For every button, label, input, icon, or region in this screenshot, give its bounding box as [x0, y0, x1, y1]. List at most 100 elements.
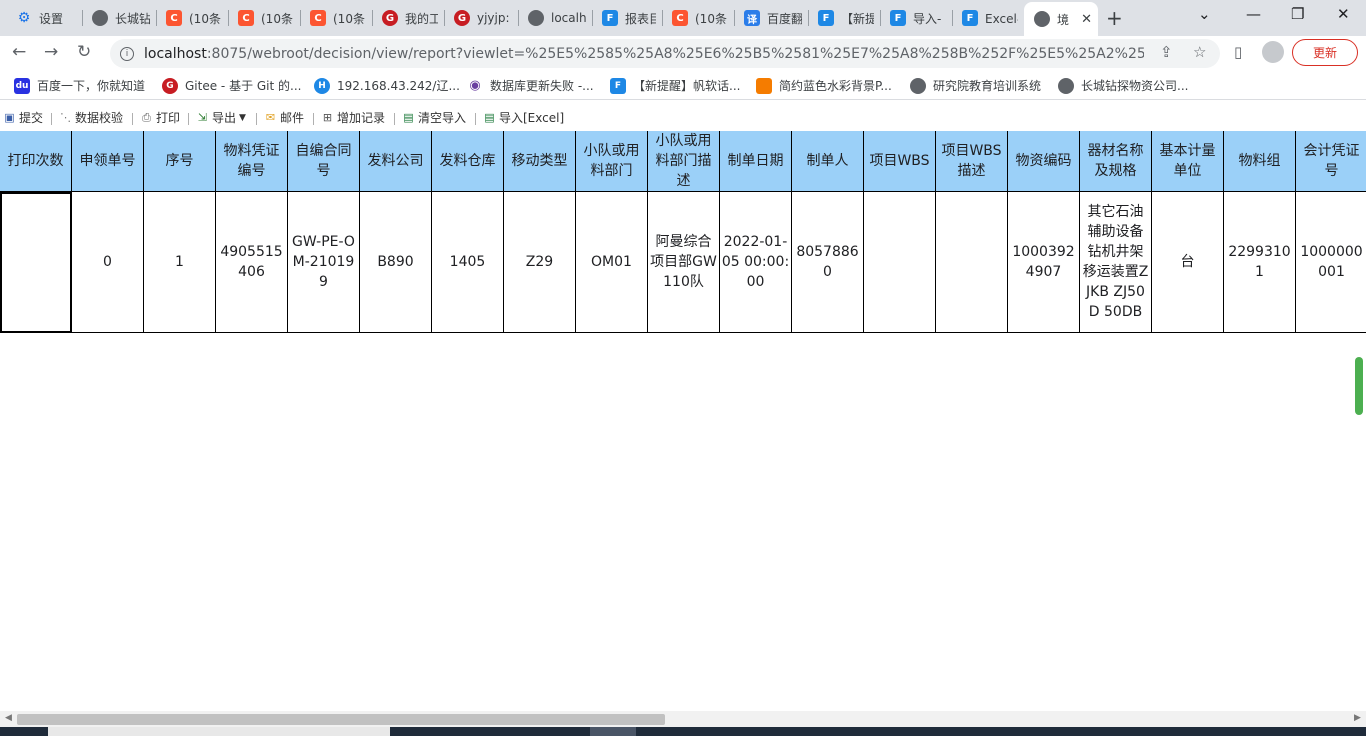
gitee-icon: G	[162, 77, 178, 94]
table-cell[interactable]	[936, 192, 1008, 333]
tab-4[interactable]: C (10条	[300, 4, 372, 32]
report-toolbar: ▣ 提交 ⋱ 数据校验 ⎙ 打印 ⇲ 导出 ▼ ✉ 邮件 ⊞ 增加记录 ▤ 清空…	[0, 104, 1366, 130]
tab-2[interactable]: C (10条	[156, 4, 228, 32]
tab-active[interactable]: 境 ✕	[1024, 2, 1098, 36]
column-header: 物料凭证编号	[216, 131, 288, 192]
tab-12[interactable]: F 导入-	[880, 4, 952, 32]
column-header: 制单日期	[720, 131, 792, 192]
close-icon[interactable]: ✕	[1073, 12, 1092, 27]
bookmark-5[interactable]: 简约蓝色水彩背景P...	[756, 77, 892, 94]
finereport-icon: F	[890, 10, 906, 26]
globe-icon	[92, 10, 108, 26]
tab-label: 【新提	[841, 11, 874, 26]
bookmark-3[interactable]: ◉ 数据库更新失败 -...	[467, 77, 593, 94]
update-button[interactable]: 更新	[1292, 39, 1358, 66]
scroll-right-icon[interactable]: ▶	[1354, 713, 1361, 723]
table-cell[interactable]: 阿曼综合项目部GW110队	[648, 192, 720, 333]
chevron-down-icon[interactable]: ⌄	[1198, 5, 1211, 23]
column-header: 打印次数	[0, 131, 72, 192]
validate-button[interactable]: ⋱ 数据校验	[58, 109, 123, 126]
table-cell[interactable]: 10003924907	[1008, 192, 1080, 333]
tab-label: (10条	[695, 11, 727, 26]
gear-icon: ⚙	[17, 10, 31, 26]
export-button[interactable]: ⇲ 导出 ▼	[195, 109, 246, 126]
tab-label: (10条	[189, 11, 221, 26]
export-label: 导出	[212, 111, 237, 125]
tab-1[interactable]: 长城钻	[82, 4, 156, 32]
bookmark-7[interactable]: 长城钻探物资公司...	[1058, 77, 1188, 94]
bookmark-6[interactable]: 研究院教育培训系统	[910, 77, 1041, 94]
table-cell[interactable]: B890	[360, 192, 432, 333]
column-header: 制单人	[792, 131, 864, 192]
address-bar[interactable]: i localhost:8075/webroot/decision/view/r…	[110, 39, 1220, 68]
restore-button[interactable]: ❐	[1291, 5, 1304, 23]
table-cell[interactable]: 1000000001	[1296, 192, 1366, 333]
table-cell[interactable]: 台	[1152, 192, 1224, 333]
star-icon[interactable]: ☆	[1193, 43, 1206, 61]
bookmark-2[interactable]: H 192.168.43.242/辽...	[314, 77, 460, 94]
back-button[interactable]: ←	[12, 42, 26, 62]
import-excel-label: 导入[Excel]	[499, 111, 565, 125]
add-record-label: 增加记录	[337, 111, 386, 125]
submit-button[interactable]: ▣ 提交	[2, 109, 43, 126]
tab-11[interactable]: F 【新提	[808, 4, 880, 32]
column-header: 会计凭证号	[1296, 131, 1366, 192]
mail-button[interactable]: ✉ 邮件	[263, 109, 304, 126]
table-cell[interactable]: 2022-01-05 00:00:00	[720, 192, 792, 333]
table-cell[interactable]: 0	[72, 192, 144, 333]
avatar[interactable]	[1262, 41, 1284, 63]
add-record-button[interactable]: ⊞ 增加记录	[320, 109, 385, 126]
bookmark-0[interactable]: du 百度一下，你就知道	[14, 77, 145, 94]
url-text[interactable]: localhost:8075/webroot/decision/view/rep…	[144, 46, 1144, 62]
print-button[interactable]: ⎙ 打印	[139, 109, 180, 126]
import-excel-button[interactable]: ▤ 导入[Excel]	[482, 109, 564, 126]
table-cell[interactable]: 4905515406	[216, 192, 288, 333]
baidu-translate-icon: 译	[744, 10, 760, 26]
table-cell[interactable]: 1	[144, 192, 216, 333]
tab-13[interactable]: F Excel导	[952, 4, 1024, 32]
globe-icon	[1058, 77, 1074, 94]
info-icon[interactable]: i	[120, 46, 134, 61]
column-header: 物料组	[1224, 131, 1296, 192]
bookmark-4[interactable]: F 【新提醒】帆软话...	[610, 77, 740, 94]
tab-10[interactable]: 译 百度翻	[734, 4, 808, 32]
side-panel-icon[interactable]: ▯	[1234, 43, 1242, 61]
validate-label: 数据校验	[75, 111, 124, 125]
table-cell[interactable]: OM01	[576, 192, 648, 333]
h-icon: H	[314, 77, 330, 94]
column-header: 小队或用料部门	[576, 131, 648, 192]
table-cell[interactable]: GW-PE-OM-210199	[288, 192, 360, 333]
table-cell[interactable]: Z29	[504, 192, 576, 333]
vertical-scrollbar[interactable]	[1355, 357, 1363, 415]
tab-9[interactable]: C (10条	[662, 4, 734, 32]
browser-toolbar: ← → ↻ i localhost:8075/webroot/decision/…	[0, 36, 1366, 70]
forward-button[interactable]: →	[44, 42, 58, 62]
scroll-left-icon[interactable]: ◀	[5, 713, 12, 723]
table-cell[interactable]: 22993101	[1224, 192, 1296, 333]
tab-7[interactable]: localh	[518, 4, 592, 32]
tab-8[interactable]: F 报表目	[592, 4, 662, 32]
bookmark-1[interactable]: G Gitee - 基于 Git 的...	[162, 77, 301, 94]
table-cell[interactable]: 80578860	[792, 192, 864, 333]
finereport-icon: F	[962, 10, 978, 26]
table-cell[interactable]: 1405	[432, 192, 504, 333]
table-cell[interactable]	[0, 192, 72, 333]
minimize-button[interactable]: —	[1246, 5, 1261, 23]
share-icon[interactable]: ⇪	[1160, 43, 1173, 61]
close-window-button[interactable]: ✕	[1337, 5, 1350, 23]
new-tab-button[interactable]: +	[1106, 6, 1123, 30]
tab-5[interactable]: G 我的工	[372, 4, 444, 32]
table-cell[interactable]: 其它石油辅助设备钻机井架移运装置ZJKB ZJ50D 50DB	[1080, 192, 1152, 333]
mail-label: 邮件	[280, 111, 305, 125]
tab-label: 导入-	[913, 11, 942, 26]
column-header: 器材名称及规格	[1080, 131, 1152, 192]
reload-button[interactable]: ↻	[77, 42, 91, 62]
table-cell[interactable]	[864, 192, 936, 333]
tab-label: 百度翻	[767, 11, 802, 26]
clear-import-button[interactable]: ▤ 清空导入	[401, 109, 466, 126]
tab-settings[interactable]: ⚙ 设置	[6, 4, 80, 32]
horizontal-scrollbar-thumb[interactable]	[17, 714, 665, 725]
tab-3[interactable]: C (10条	[228, 4, 300, 32]
tab-6[interactable]: G yjyjp:	[444, 4, 518, 32]
baidu-icon: du	[14, 77, 30, 94]
